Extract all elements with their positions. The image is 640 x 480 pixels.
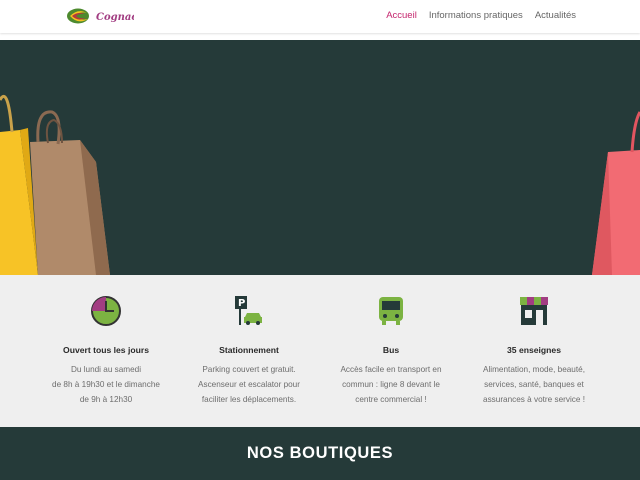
svg-text:P: P	[238, 298, 245, 309]
nav-item-accueil[interactable]: Accueil	[386, 10, 417, 21]
section-title: NOS BOUTIQUES	[246, 444, 394, 462]
feature-title: Ouvert tous les jours	[63, 345, 149, 355]
pink-bag-icon	[592, 111, 640, 275]
feature-description: Alimentation, mode, beauté, services, sa…	[483, 365, 585, 404]
boutiques-section: NOS BOUTIQUES	[0, 427, 640, 480]
parking-icon: P	[235, 296, 262, 325]
feature-bus: Bus Accès facile en transport en commun …	[321, 295, 461, 407]
logo-text: Cognac	[96, 12, 134, 23]
feature-shops: 35 enseignes Alimentation, mode, beauté,…	[464, 295, 604, 407]
nav-item-informations-pratiques[interactable]: Informations pratiques	[429, 10, 523, 21]
features-section: Ouvert tous les jours Du lundi au samedi…	[0, 275, 640, 427]
bus-icon	[379, 297, 403, 325]
feature-title: 35 enseignes	[507, 345, 561, 355]
feature-description: Du lundi au samedi de 8h à 19h30 et le d…	[52, 365, 160, 404]
logo-swoosh-icon: Cognac	[67, 8, 137, 24]
feature-description: Parking couvert et gratuit. Ascenseur et…	[198, 365, 300, 404]
feature-title: Stationnement	[219, 345, 279, 355]
feature-parking: P Stationnement Parking couvert et gratu…	[179, 295, 319, 407]
main-nav: Accueil Informations pratiques Actualité…	[386, 10, 576, 21]
hero-banner	[0, 40, 640, 275]
feature-opening-hours: Ouvert tous les jours Du lundi au samedi…	[36, 295, 176, 407]
site-logo[interactable]: Cognac	[66, 6, 137, 26]
paper-bag-icon	[30, 110, 110, 275]
shop-icon	[520, 297, 548, 325]
yellow-bag-icon	[0, 94, 38, 275]
clock-icon	[91, 296, 121, 326]
nav-item-actualites[interactable]: Actualités	[535, 10, 576, 21]
feature-description: Accès facile en transport en commun : li…	[340, 365, 442, 404]
shopping-bags-illustration	[0, 94, 640, 275]
site-header: Cognac Accueil Informations pratiques Ac…	[0, 0, 640, 33]
feature-title: Bus	[382, 345, 400, 355]
